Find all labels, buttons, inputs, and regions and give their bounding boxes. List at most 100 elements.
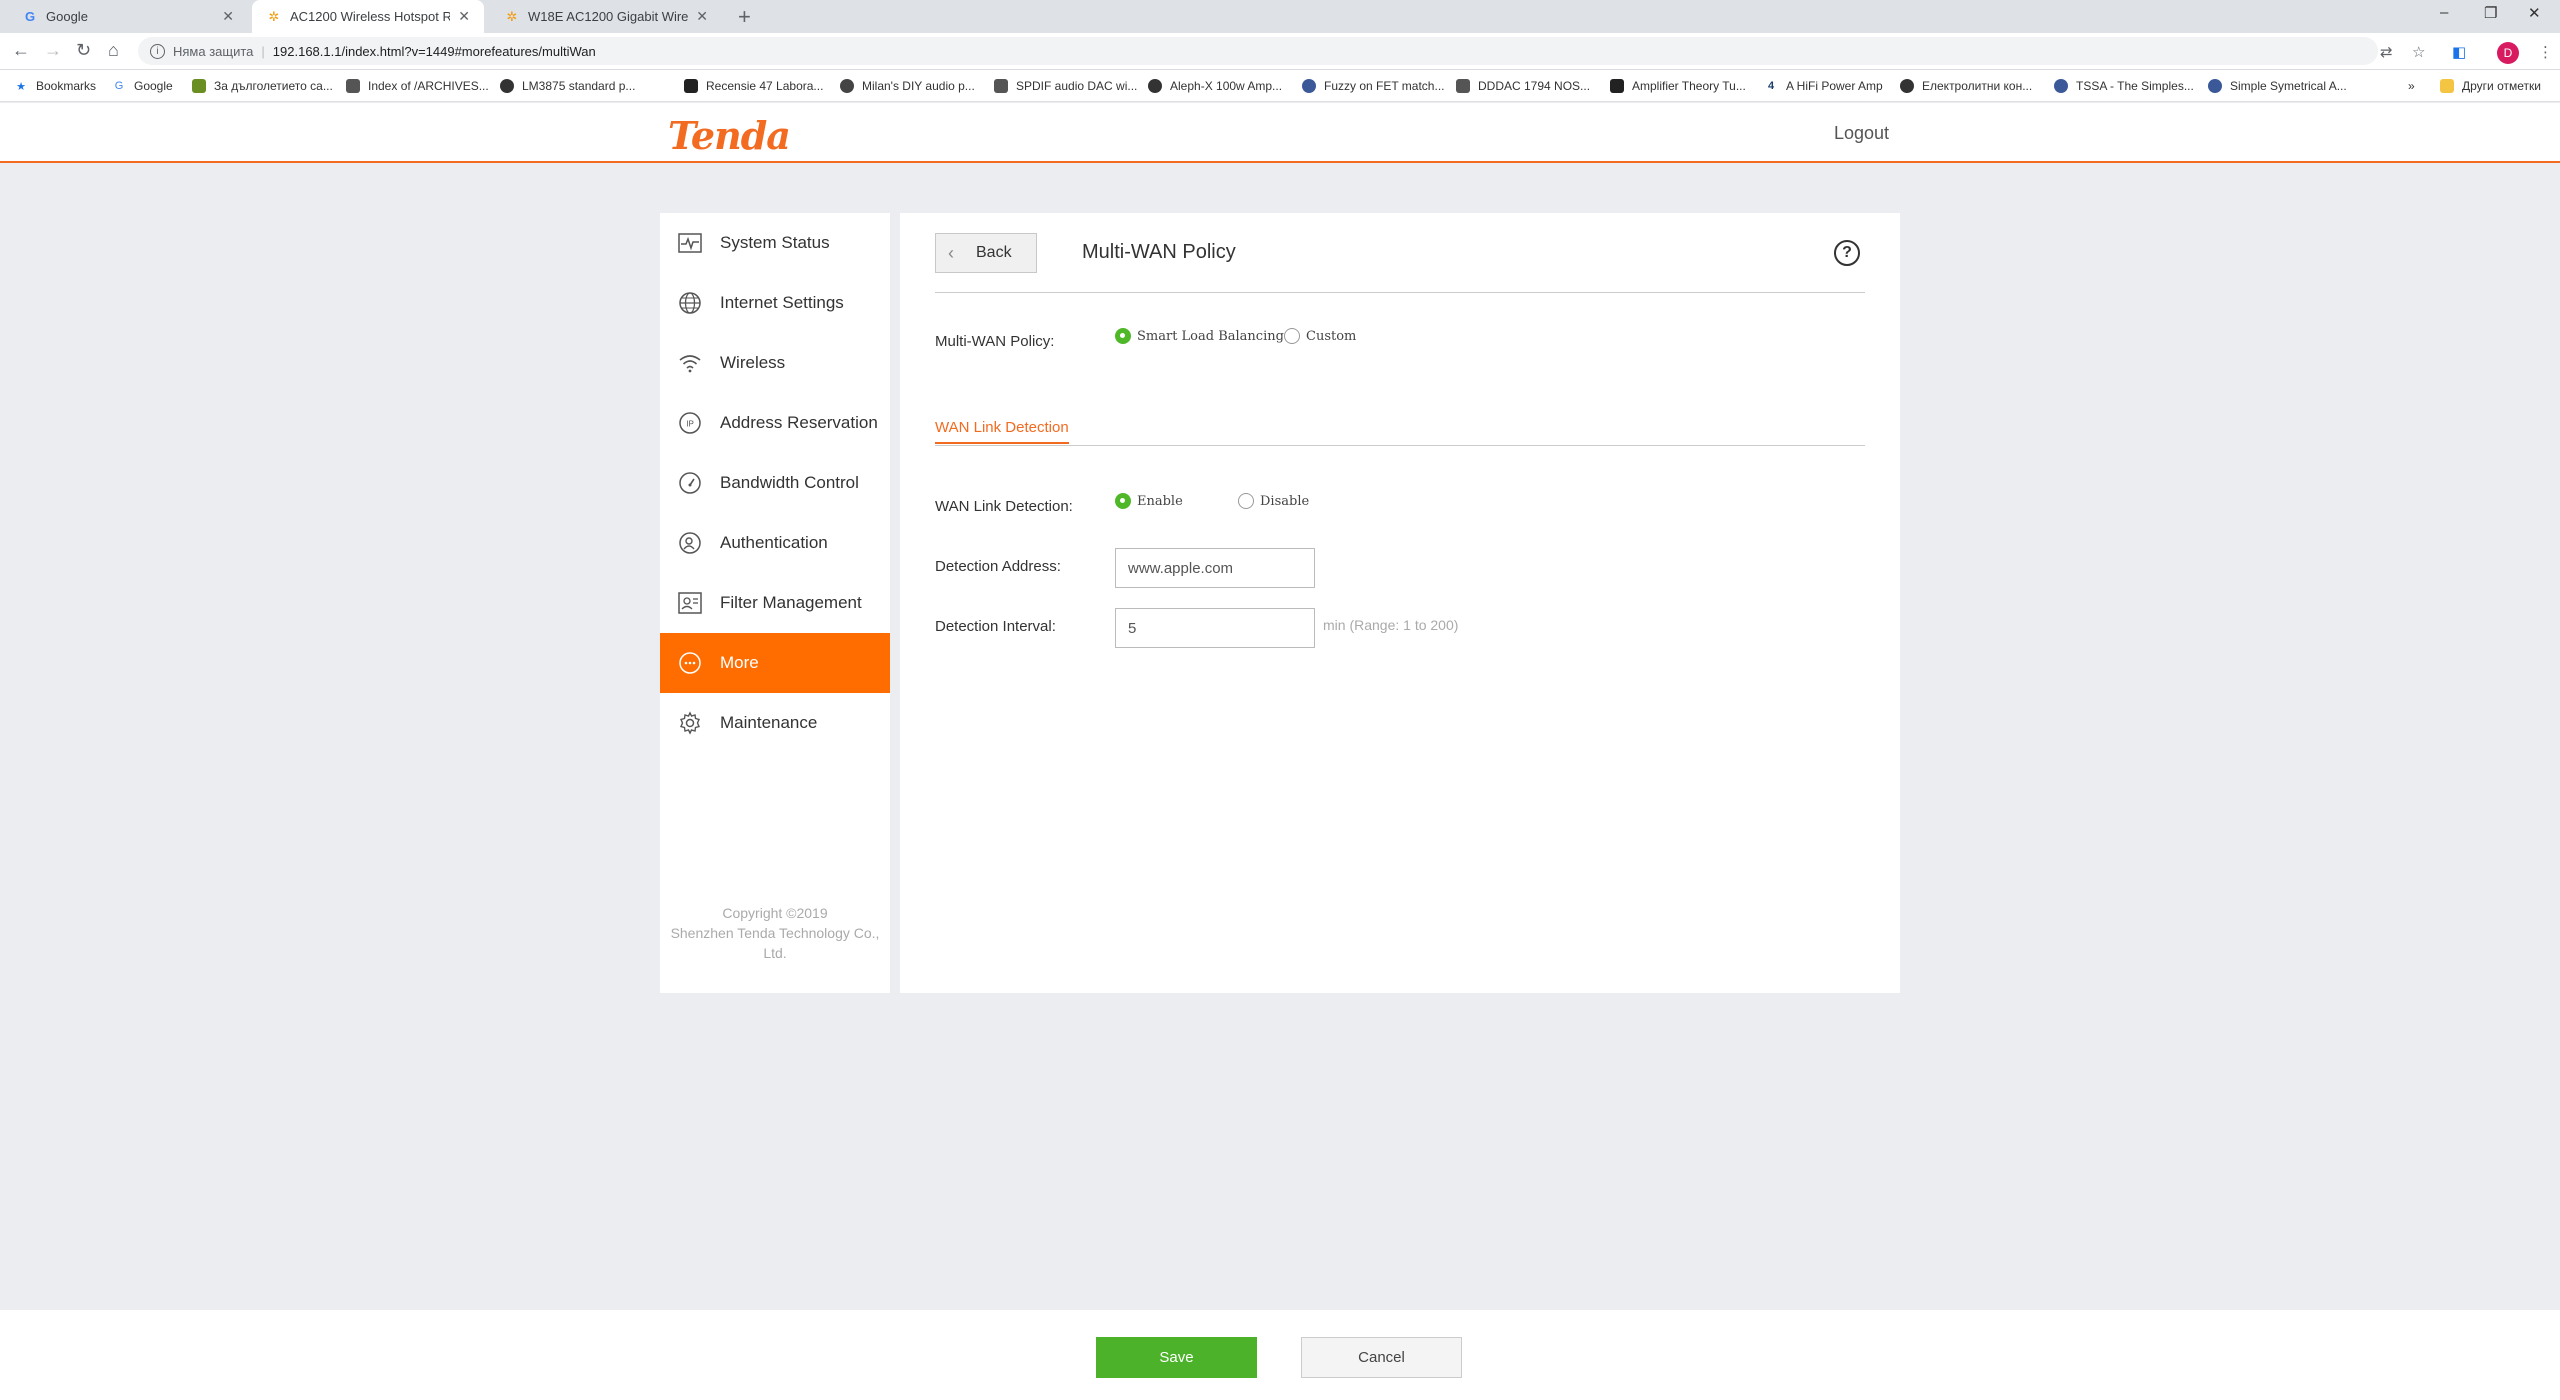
bookmark-item[interactable]: Fuzzy on FET match... [1302,70,1444,102]
page-icon [1900,79,1914,93]
sidebar: System Status Internet Settings Wireless… [660,213,890,993]
address-bar[interactable]: i Няма защита | 192.168.1.1/index.html?v… [138,37,2378,65]
back-arrow-icon[interactable]: ← [12,40,30,61]
ip-icon: IP [677,410,703,436]
page-icon [2054,79,2068,93]
page-icon: 4 [1767,80,1775,92]
close-icon[interactable]: ✕ [458,8,470,25]
browser-tab-bar: G Google ✕ ✲ AC1200 Wireless Hotspot Rou… [0,0,2560,33]
sidebar-item-internet-settings[interactable]: Internet Settings [660,273,890,333]
bookmark-item[interactable]: G Google [112,70,173,102]
menu-dots-icon[interactable]: ⋮ [2538,43,2553,61]
browser-tab-router[interactable]: ✲ AC1200 Wireless Hotspot Router ✕ [252,0,484,33]
page-icon [192,79,206,93]
other-bookmarks[interactable]: Други отметки [2440,70,2541,102]
divider [935,292,1865,293]
tenda-favicon-icon: ✲ [268,8,280,24]
bookmark-item[interactable]: Milan's DIY audio p... [840,70,975,102]
policy-label: Multi-WAN Policy: [935,333,1055,350]
logout-link[interactable]: Logout [1834,123,1889,144]
extension-icon[interactable]: ◧ [2452,43,2466,61]
sidebar-item-address-reservation[interactable]: IP Address Reservation [660,393,890,453]
bookmark-item[interactable]: DDDAC 1794 NOS... [1456,70,1590,102]
back-button[interactable]: ‹ Back [935,233,1037,273]
page-icon [1148,79,1162,93]
bookmark-item[interactable]: Simple Symetrical A... [2208,70,2347,102]
browser-tab-w18e[interactable]: ✲ W18E AC1200 Gigabit Wireless H ✕ [490,0,722,33]
copyright: Copyright ©2019 Shenzhen Tenda Technolog… [670,905,880,961]
star-icon[interactable]: ☆ [2412,43,2425,61]
bookmark-item[interactable]: LM3875 standard p... [500,70,635,102]
detection-interval-input[interactable]: 5 [1115,608,1315,648]
restore-icon[interactable]: ❐ [2484,4,2497,22]
forward-arrow-icon[interactable]: → [44,40,62,61]
cancel-button[interactable]: Cancel [1301,1337,1462,1378]
avatar[interactable]: D [2497,42,2519,64]
page-icon [1456,79,1470,93]
page-icon [994,79,1008,93]
sidebar-item-bandwidth-control[interactable]: Bandwidth Control [660,453,890,513]
address-label: Detection Address: [935,558,1061,575]
radio-unchecked-icon [1238,493,1254,509]
sidebar-item-filter-management[interactable]: Filter Management [660,573,890,633]
main-panel: ‹ Back Multi-WAN Policy ? Multi-WAN Poli… [900,213,1900,993]
translate-icon[interactable]: ⇄ [2380,43,2393,61]
sidebar-item-system-status[interactable]: System Status [660,213,890,273]
page-icon [346,79,360,93]
new-tab-button[interactable]: + [738,4,751,30]
google-icon: G [24,9,36,24]
auth-icon [677,530,703,556]
filter-icon [677,590,703,616]
bookmark-item[interactable]: 4A HiFi Power Amp [1764,70,1883,102]
close-window-icon[interactable]: ✕ [2528,4,2541,22]
info-icon[interactable]: i [150,43,165,59]
globe-icon [677,290,703,316]
home-icon[interactable]: ⌂ [108,40,119,61]
bookmarks-overflow-icon[interactable]: » [2408,70,2415,102]
sidebar-item-maintenance[interactable]: Maintenance [660,693,890,753]
radio-disable[interactable]: Disable [1238,493,1309,509]
bookmark-item[interactable]: TSSA - The Simples... [2054,70,2194,102]
bookmark-item[interactable]: Recensie 47 Labora... [684,70,823,102]
tenda-favicon-icon: ✲ [506,8,518,24]
radio-smart-load-balancing[interactable]: Smart Load Balancing [1115,328,1284,344]
reload-icon[interactable]: ↻ [76,40,91,61]
page-icon [500,79,514,93]
sidebar-item-more[interactable]: More [660,633,890,693]
tab-wan-link-detection[interactable]: WAN Link Detection [935,419,1069,444]
bookmark-item[interactable]: Index of /ARCHIVES... [346,70,489,102]
google-icon: G [114,80,124,92]
page-title: Multi-WAN Policy [1082,241,1236,263]
browser-tab-google[interactable]: G Google ✕ [8,0,248,33]
radio-custom[interactable]: Custom [1284,328,1356,344]
router-header: Tenda Logout [0,103,2560,163]
save-button[interactable]: Save [1096,1337,1257,1378]
more-icon [677,650,703,676]
sidebar-item-authentication[interactable]: Authentication [660,513,890,573]
minimize-icon[interactable]: – [2440,4,2448,21]
bookmarks-bar: ★ Bookmarks G Google За дълголетието са...… [0,70,2560,102]
help-icon[interactable]: ? [1834,240,1860,266]
bookmark-item[interactable]: ★ Bookmarks [14,70,96,102]
divider [935,445,1865,446]
radio-checked-icon [1115,493,1131,509]
tenda-logo: Tenda [668,113,791,158]
folder-icon [2440,79,2454,93]
detection-address-input[interactable]: www.apple.com [1115,548,1315,588]
star-icon: ★ [16,80,26,93]
close-icon[interactable]: ✕ [222,8,234,25]
footer-bar: Save Cancel [0,1310,2560,1400]
radio-enable[interactable]: Enable [1115,493,1183,509]
svg-text:IP: IP [686,420,694,429]
browser-toolbar: ← → ↻ ⌂ i Няма защита | 192.168.1.1/inde… [0,33,2560,70]
bookmark-item[interactable]: Електролитни кон... [1900,70,2032,102]
page-icon [684,79,698,93]
wifi-icon [677,350,703,376]
sidebar-item-wireless[interactable]: Wireless [660,333,890,393]
bookmark-item[interactable]: Amplifier Theory Tu... [1610,70,1746,102]
bookmark-item[interactable]: Aleph-X 100w Amp... [1148,70,1282,102]
close-icon[interactable]: ✕ [696,8,708,25]
bookmark-item[interactable]: За дълголетието са... [192,70,333,102]
radio-unchecked-icon [1284,328,1300,344]
bookmark-item[interactable]: SPDIF audio DAC wi... [994,70,1137,102]
